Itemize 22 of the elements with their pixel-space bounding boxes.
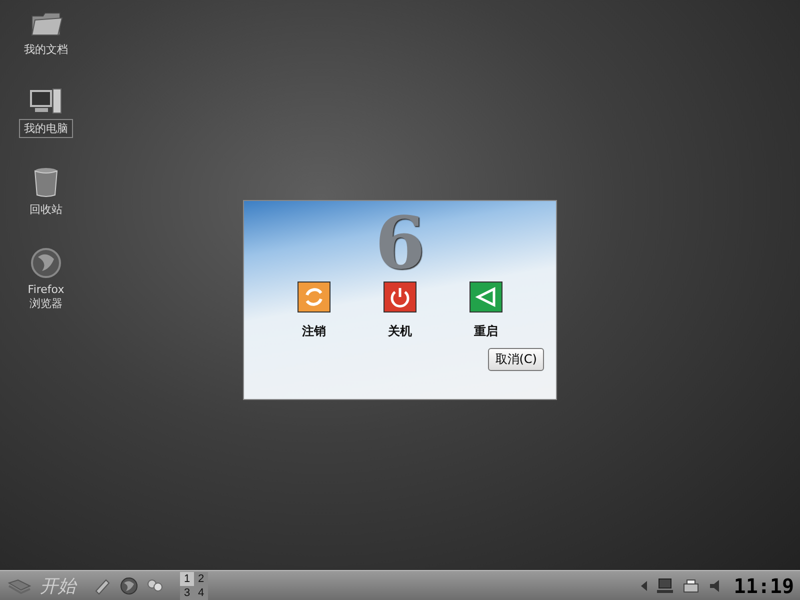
globe-icon [30,247,62,279]
network-icon[interactable] [656,576,674,594]
cancel-button[interactable]: 取消(C) [488,348,544,371]
workspace-button[interactable]: 1 [180,572,194,586]
action-label[interactable]: 关机 [388,323,412,340]
power-icon[interactable] [383,281,417,313]
printer-icon[interactable] [682,576,700,594]
action-label[interactable]: 重启 [474,323,498,340]
desktop-icon-label[interactable]: 我的电脑 [19,119,73,138]
refresh-icon[interactable] [297,281,331,313]
desktop-icon-label[interactable]: Firefox 浏览器 [19,281,73,313]
logo-text: 6 [374,207,426,279]
people-icon[interactable] [146,576,164,594]
pencil-icon[interactable] [94,576,112,594]
globe-icon[interactable] [120,576,138,594]
action-label[interactable]: 注销 [302,323,326,340]
desktop-icon-label[interactable]: 我的文档 [19,40,73,59]
workspace-button[interactable]: 3 [180,586,194,600]
desktop-icon-label[interactable]: 回收站 [19,200,73,219]
workspace-button[interactable]: 2 [194,572,208,586]
clock: 11:19 [734,574,794,598]
workspace-button[interactable]: 4 [194,586,208,600]
